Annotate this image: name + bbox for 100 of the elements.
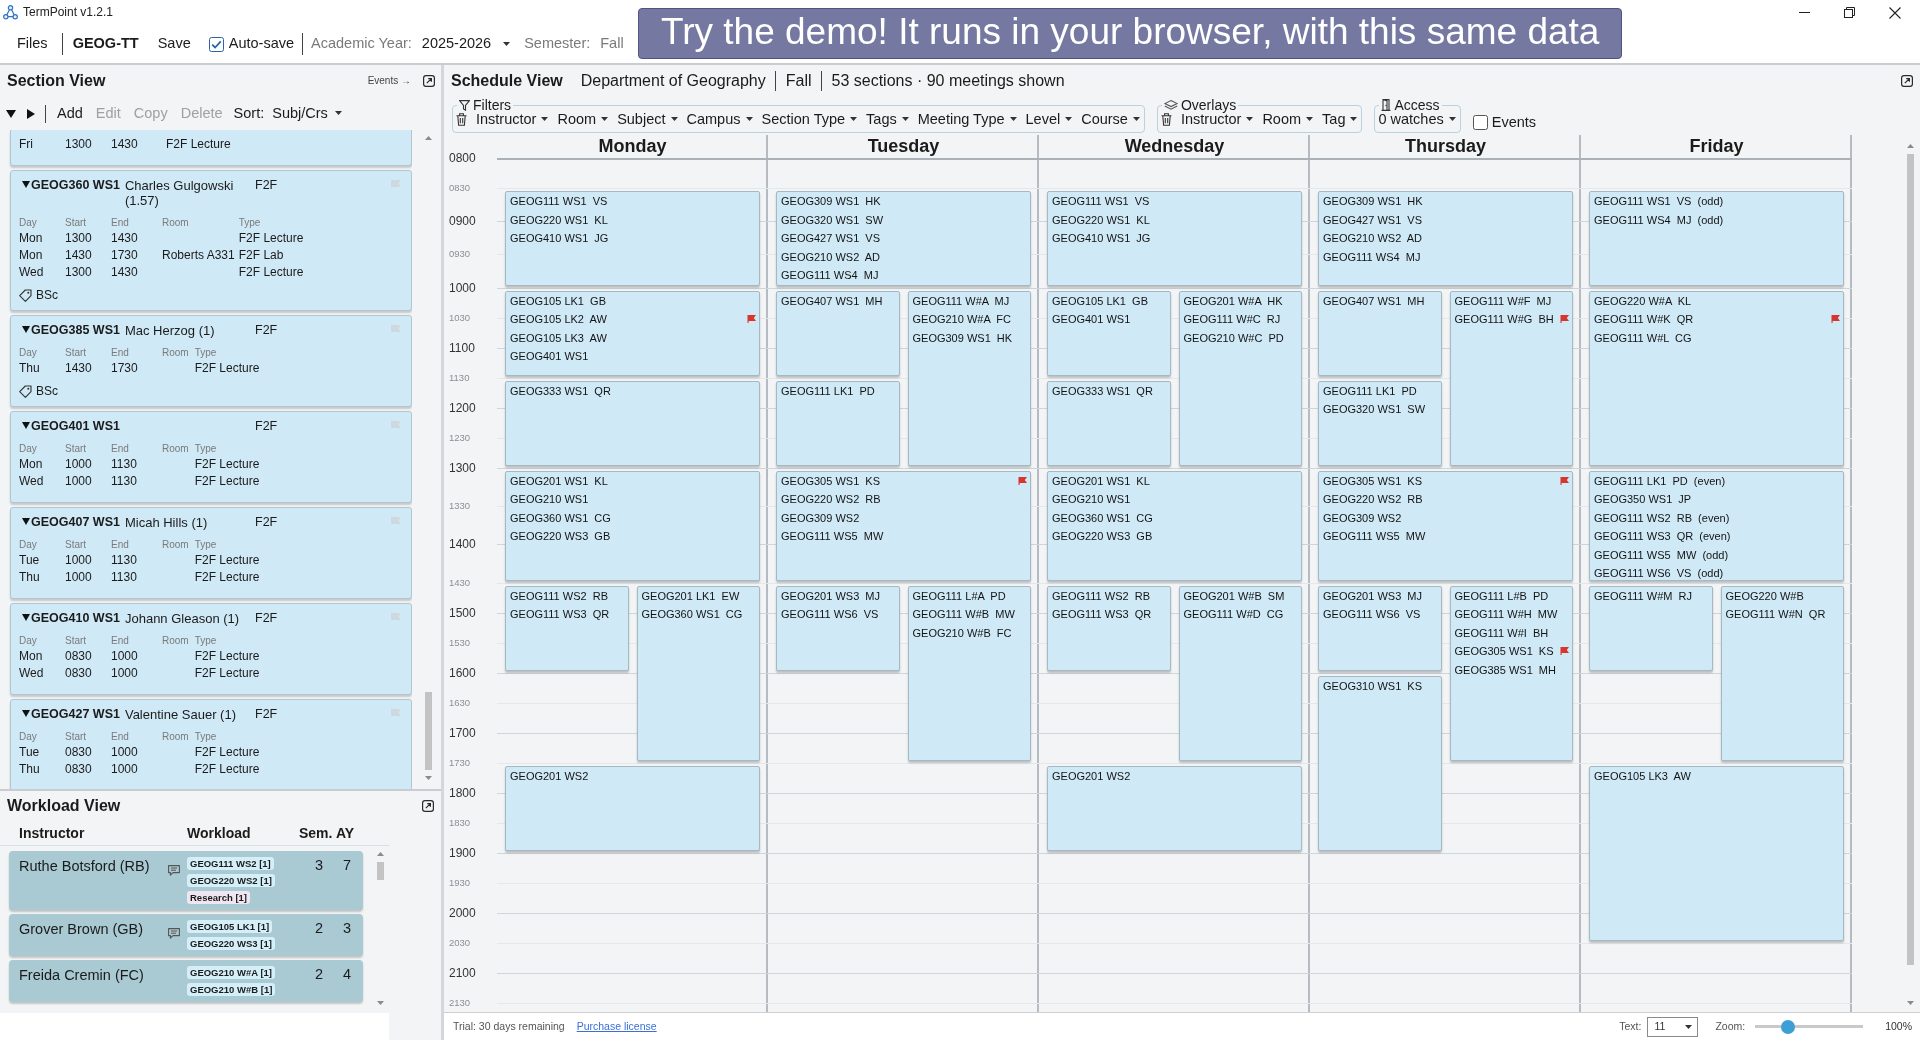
filter-dropdown[interactable]: Course — [1081, 110, 1140, 129]
meeting-block[interactable]: GEOG111 WS1 VS GEOG220 WS1 KL GEOG410 WS1 JG — [1047, 191, 1302, 286]
meeting-block[interactable]: GEOG201 WS3 MJ GEOG111 WS6 VS — [776, 585, 900, 671]
down-triangle-icon[interactable] — [6, 109, 16, 118]
flag-icon[interactable] — [1831, 315, 1840, 324]
scrollbar-thumb[interactable] — [376, 862, 384, 880]
section-card[interactable]: GEOG385 WS1 Mac Herzog (1) F2F Day Start End Room Type Thu 1430 1730 F2F Lecture BSc — [10, 315, 412, 407]
meeting-block[interactable]: GEOG201 W#A HK GEOG111 W#C RJ GEOG210 W#C PD — [1178, 290, 1302, 466]
meeting-block[interactable]: GEOG201 LK1 EW GEOG360 WS1 CG — [636, 585, 760, 761]
meeting-block[interactable]: GEOG310 WS1 KS — [1318, 675, 1442, 851]
files-menu[interactable]: Files — [17, 35, 48, 53]
workload-row[interactable]: Ruthe Botsford (RB) GEOG111 WS2 [1] GEOG220 WS2 [1] Research [1] 3 7 — [9, 851, 363, 910]
checkbox-label[interactable]: Events — [1491, 114, 1537, 132]
filter-dropdown[interactable]: Section Type — [761, 110, 858, 129]
toolbar-button[interactable]: Add — [57, 104, 83, 123]
filter-dropdown[interactable]: Room — [557, 110, 609, 129]
meeting-block[interactable]: GEOG201 WS1 KL GEOG210 WS1 GEOG360 WS1 CG GEOG220 WS3 GB — [505, 470, 760, 581]
scrollbar-thumb[interactable] — [1906, 154, 1914, 965]
meeting-block[interactable]: GEOG111 W#M RJ — [1589, 585, 1713, 671]
flag-icon[interactable] — [1560, 647, 1569, 656]
caret-icon[interactable] — [22, 710, 30, 717]
filter-dropdown[interactable]: Subject — [617, 110, 678, 129]
scroll-up-icon[interactable] — [1906, 144, 1914, 148]
scroll-down-icon[interactable] — [1906, 1001, 1914, 1005]
popout-icon[interactable] — [423, 75, 435, 87]
meeting-block[interactable]: GEOG333 WS1 QR — [1047, 380, 1171, 466]
meeting-block[interactable]: GEOG111 WS2 RB GEOG111 WS3 QR — [1047, 585, 1171, 671]
filter-dropdown[interactable]: Instructor — [476, 110, 549, 129]
filter-dropdown[interactable]: Tag — [1322, 110, 1358, 129]
caret-icon[interactable] — [22, 181, 30, 188]
meeting-block[interactable]: GEOG111 LK1 PD (even) GEOG350 WS1 JP GEOG111 WS2 RB (even) GEOG111 WS3 QR (even) GEOG111 WS5 MW (odd) GEOG111 WS6 VS (odd) — [1589, 470, 1844, 581]
trash-icon[interactable] — [1160, 113, 1172, 126]
workload-chip[interactable]: Research [1] — [187, 891, 251, 904]
filter-dropdown[interactable]: Campus — [686, 110, 753, 129]
section-card[interactable]: GEOG410 WS1 Johann Gleason (1) F2F Day Start End Room Type Mon 0830 1000 F2F Lecture Wed 0830 1000 F2F Lecture — [10, 603, 412, 695]
meeting-block[interactable]: GEOG220 W#A KL GEOG111 W#K QR GEOG111 W#L CG — [1589, 290, 1844, 466]
workload-chip[interactable]: GEOG105 LK1 [1] — [187, 920, 273, 933]
section-card[interactable]: GEOG401 WS1 F2F Day Start End Room Type Mon 1000 1130 F2F Lecture Wed 1000 1130 F2F Lecture — [10, 411, 412, 503]
scroll-down-icon[interactable] — [376, 1001, 384, 1005]
meeting-block[interactable]: GEOG407 WS1 MH — [1318, 290, 1442, 376]
flag-icon[interactable] — [1018, 476, 1027, 485]
workload-chip[interactable]: GEOG220 WS3 [1] — [187, 937, 275, 950]
workload-row[interactable]: Freida Cremin (FC) GEOG210 W#A [1] GEOG210 W#B [1] 2 4 — [9, 960, 363, 1002]
scroll-up-icon[interactable] — [424, 136, 432, 140]
meeting-block[interactable]: GEOG111 WS1 VS GEOG220 WS1 KL GEOG410 WS1 JG — [505, 191, 760, 286]
save-button[interactable]: Save — [157, 35, 191, 53]
events-link[interactable]: Events → — [367, 75, 411, 87]
flag-icon[interactable] — [747, 315, 756, 324]
meeting-block[interactable]: GEOG105 LK1 GB GEOG105 LK2 AW GEOG105 LK3 AW GEOG401 WS1 — [505, 290, 760, 376]
meeting-block[interactable]: GEOG305 WS1 KS GEOG220 WS2 RB GEOG309 WS2 GEOG111 WS5 MW — [776, 470, 1031, 581]
meeting-block[interactable]: GEOG201 WS3 MJ GEOG111 WS6 VS — [1318, 585, 1442, 671]
year-dropdown[interactable]: 2025-2026 — [421, 35, 511, 53]
meeting-block[interactable]: GEOG111 L#B PD GEOG111 W#H MW GEOG111 W#I BH GEOG305 WS1 KS GEOG385 WS1 MH — [1449, 585, 1573, 761]
text-size-select[interactable]: 11 — [1647, 1016, 1699, 1037]
meeting-block[interactable]: GEOG201 WS1 KL GEOG210 WS1 GEOG360 WS1 CG GEOG220 WS3 GB — [1047, 470, 1302, 581]
workload-chip[interactable]: GEOG210 W#A [1] — [187, 966, 275, 979]
filter-dropdown[interactable]: Room — [1262, 110, 1314, 129]
flag-icon[interactable] — [1560, 315, 1569, 324]
meeting-block[interactable]: GEOG111 W#A MJ GEOG210 W#A FC GEOG309 WS1 HK — [907, 290, 1031, 466]
flag-icon[interactable] — [1560, 476, 1569, 485]
filter-dropdown[interactable]: Tags — [866, 110, 909, 129]
popout-icon[interactable] — [422, 800, 434, 812]
trash-icon[interactable] — [456, 113, 467, 126]
meeting-block[interactable]: GEOG111 LK1 PD GEOG320 WS1 SW — [1318, 380, 1442, 466]
checkbox[interactable] — [1472, 115, 1488, 131]
meeting-block[interactable]: GEOG111 W#F MJ GEOG111 W#G BH — [1449, 290, 1573, 466]
scroll-up-icon[interactable] — [376, 852, 384, 856]
workload-chip[interactable]: GEOG111 WS2 [1] — [187, 857, 274, 870]
section-card[interactable]: GEOG407 WS1 Micah Hills (1) F2F Day Start End Room Type Tue 1000 1130 F2F Lecture Thu 1000 1130 F2F Lecture — [10, 507, 412, 599]
meeting-block[interactable]: GEOG201 WS2 — [505, 765, 760, 851]
meeting-block[interactable]: GEOG407 WS1 MH — [776, 290, 900, 376]
meeting-block[interactable]: GEOG333 WS1 QR — [505, 380, 760, 466]
restore-icon[interactable] — [1844, 7, 1855, 18]
section-card[interactable]: GEOG427 WS1 Valentine Sauer (1) F2F Day Start End Room Type Tue 0830 1000 F2F Lecture Thu 0830 1000 F2F Lecture — [10, 699, 412, 789]
meeting-block[interactable]: GEOG111 LK1 PD — [776, 380, 900, 466]
checkbox-label[interactable]: Auto-save — [228, 35, 295, 53]
scroll-down-icon[interactable] — [424, 776, 432, 780]
meeting-block[interactable]: GEOG111 WS1 VS (odd) GEOG111 WS4 MJ (odd) — [1589, 191, 1844, 286]
right-triangle-icon[interactable] — [27, 108, 35, 119]
meeting-block[interactable]: GEOG105 LK1 GB GEOG401 WS1 — [1047, 290, 1171, 376]
workload-row[interactable]: Grover Brown (GB) GEOG105 LK1 [1] GEOG220 WS3 [1] 2 3 — [9, 914, 363, 956]
meeting-block[interactable]: GEOG309 WS1 HK GEOG320 WS1 SW GEOG427 WS1 VS GEOG210 WS2 AD GEOG111 WS4 MJ — [776, 191, 1031, 286]
close-icon[interactable] — [1889, 6, 1901, 19]
caret-icon[interactable] — [22, 614, 30, 621]
semester-value[interactable]: Fall — [600, 35, 624, 53]
filter-dropdown[interactable]: Meeting Type — [917, 110, 1017, 129]
caret-icon[interactable] — [22, 326, 30, 333]
purchase-link[interactable]: Purchase license — [576, 1020, 657, 1033]
caret-icon[interactable] — [22, 518, 30, 525]
meeting-block[interactable]: GEOG105 LK3 AW — [1589, 765, 1844, 941]
checkbox[interactable] — [208, 36, 224, 52]
workload-chip[interactable]: GEOG220 WS2 [1] — [187, 874, 275, 887]
slider-thumb[interactable] — [1781, 1019, 1796, 1034]
workload-chip[interactable]: GEOG210 W#B [1] — [187, 983, 276, 996]
note-icon[interactable] — [168, 927, 180, 939]
sort-dropdown[interactable]: Subj/Crs — [272, 104, 342, 123]
popout-icon[interactable] — [1901, 75, 1913, 87]
section-card[interactable]: GEOG360 WS1 Charles Gulgowski (1.57) F2F Day Start End Room Type Mon 1300 1430 F2F Lecture Mon 1430 1730 Roberts A331 F2F Lab Wed 1300 1430 F2F Lecture BSc — [10, 170, 412, 311]
caret-icon[interactable] — [22, 422, 30, 429]
filter-dropdown[interactable]: Level — [1025, 110, 1073, 129]
